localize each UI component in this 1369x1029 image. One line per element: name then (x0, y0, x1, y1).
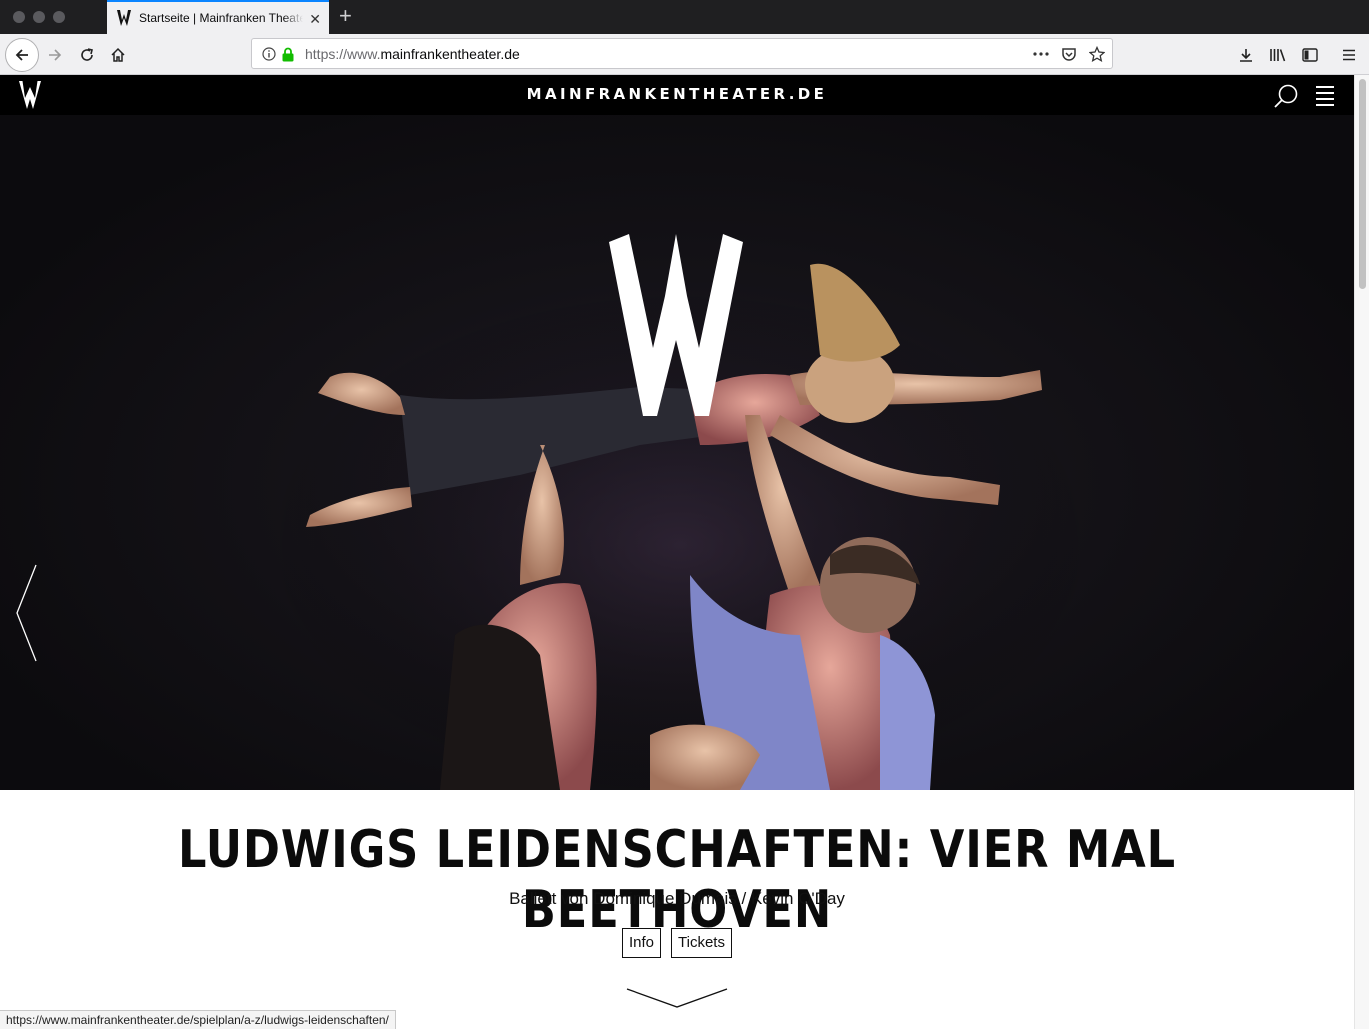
previous-slide-icon[interactable] (14, 563, 38, 663)
minimize-window-button[interactable] (33, 11, 45, 23)
close-window-button[interactable] (13, 11, 25, 23)
reload-icon (81, 48, 93, 61)
home-icon (111, 47, 125, 62)
new-tab-icon[interactable]: + (339, 4, 352, 28)
tickets-button[interactable]: Tickets (671, 928, 732, 958)
scroll-down-icon[interactable] (626, 987, 728, 1009)
production-subtitle: Ballett von Dominique Dumais / Kevin O'D… (509, 889, 845, 908)
reload-button[interactable] (72, 40, 102, 70)
info-icon[interactable] (261, 46, 277, 62)
library-icon (1270, 49, 1286, 62)
theater-logo-icon (609, 234, 743, 416)
active-tab[interactable]: Startseite | Mainfranken Theater Würzbur… (107, 0, 329, 34)
url-text[interactable]: https://www.mainfrankentheater.de (305, 46, 520, 62)
menu-icon[interactable] (1316, 86, 1334, 110)
bookmark-star-icon[interactable] (1089, 46, 1105, 62)
back-arrow-icon (15, 49, 28, 61)
page-actions-icon[interactable] (1033, 46, 1049, 62)
pocket-icon[interactable] (1061, 46, 1077, 62)
hamburger-icon (1343, 49, 1355, 61)
production-title: LUDWIGS LEIDENSCHAFTEN: VIER MAL BEETHOV… (177, 820, 1177, 940)
close-tab-icon[interactable]: ✕ (309, 11, 321, 27)
search-icon[interactable] (1273, 83, 1299, 109)
library-button[interactable] (1263, 40, 1293, 70)
forward-arrow-icon (49, 49, 62, 61)
address-bar[interactable]: https://www.mainfrankentheater.de (251, 38, 1113, 69)
tab-title: Startseite | Mainfranken Theater Würzbur… (139, 11, 303, 25)
sidebar-button[interactable] (1295, 40, 1325, 70)
url-prefix: https://www. (305, 46, 381, 62)
status-bar-link-preview: https://www.mainfrankentheater.de/spielp… (0, 1010, 396, 1029)
site-header: MAINFRANKENTHEATER.DE (0, 75, 1354, 115)
web-page: MAINFRANKENTHEATER.DE LUDWIGS LEIDENSCHA… (0, 75, 1354, 1029)
back-button[interactable] (5, 38, 39, 72)
app-menu-button[interactable] (1334, 40, 1364, 70)
site-title[interactable]: MAINFRANKENTHEATER.DE (0, 85, 1354, 103)
page-scrollbar[interactable] (1354, 75, 1369, 1029)
navigation-toolbar: https://www.mainfrankentheater.de (0, 34, 1369, 75)
home-button[interactable] (103, 40, 133, 70)
hero-dance-photo (260, 263, 1100, 790)
tab-strip: Startseite | Mainfranken Theater Würzbur… (0, 0, 1369, 34)
secure-lock-icon[interactable] (280, 46, 296, 62)
download-icon (1240, 49, 1252, 62)
zoom-window-button[interactable] (53, 11, 65, 23)
url-host: mainfrankentheater.de (380, 46, 520, 62)
downloads-button[interactable] (1231, 40, 1261, 70)
site-favicon-icon (117, 10, 131, 26)
production-actions: Info Tickets (0, 928, 1354, 958)
hero-slider (0, 115, 1354, 790)
scrollbar-thumb[interactable] (1359, 79, 1366, 289)
forward-button[interactable] (40, 40, 70, 70)
sidebar-icon (1302, 48, 1318, 62)
info-button[interactable]: Info (622, 928, 662, 958)
